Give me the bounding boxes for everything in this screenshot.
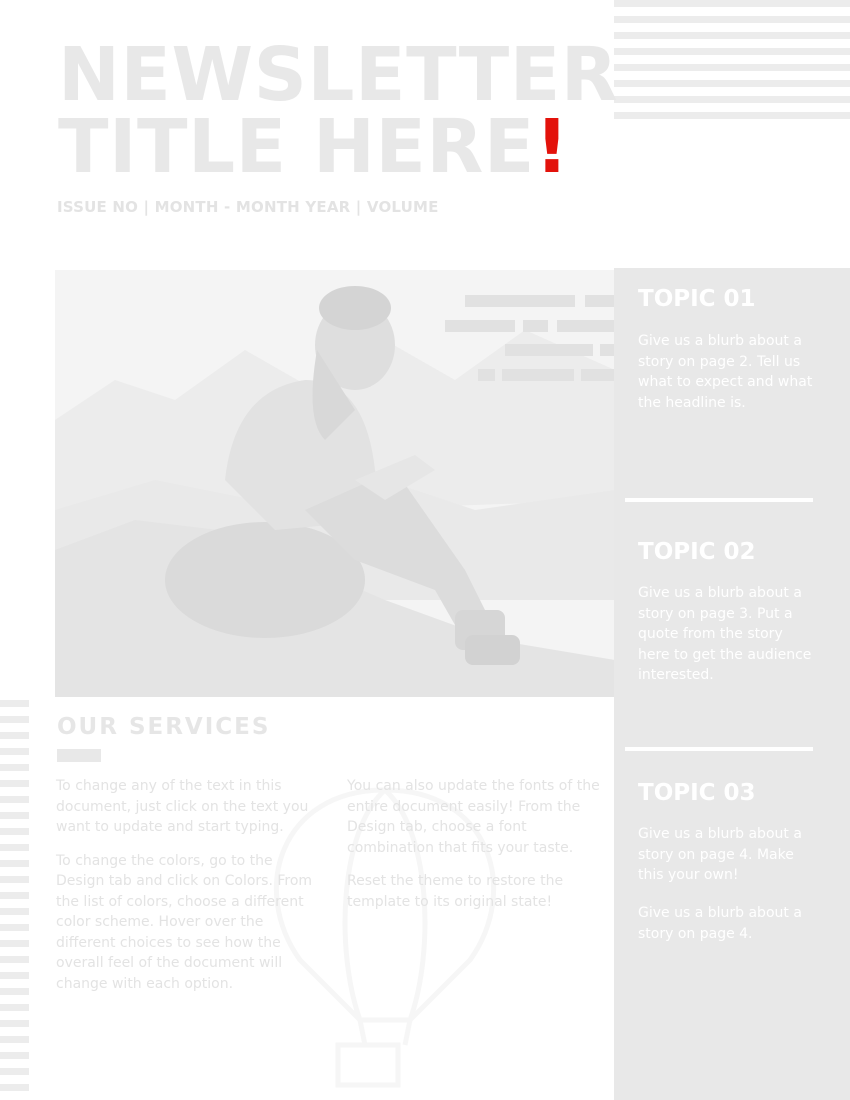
- services-accent-bar: [57, 749, 101, 762]
- services-heading: OUR SERVICES: [57, 714, 271, 740]
- newsletter-title-line1: NEWSLETTER: [58, 32, 619, 118]
- services-paragraph: To change any of the text in this docume…: [56, 778, 309, 835]
- newsletter-title-line2: TITLE HERE!: [58, 110, 569, 184]
- topics-sidebar: TOPIC 01 Give us a blurb about a story o…: [614, 268, 850, 1100]
- topic-divider: [625, 747, 813, 751]
- title-exclamation: !: [534, 104, 570, 190]
- topic-02-body: Give us a blurb about a story on page 3.…: [638, 585, 812, 683]
- issue-info: ISSUE NO | MONTH - MONTH YEAR | VOLUME: [57, 198, 439, 216]
- topic-03-title: TOPIC 03: [638, 780, 756, 806]
- services-paragraph: Reset the theme to restore the template …: [347, 873, 564, 910]
- topic-03-body: Give us a blurb about a story on page 4.…: [638, 826, 802, 883]
- services-paragraph: You can also update the fonts of the ent…: [347, 778, 600, 856]
- services-paragraph: To change the colors, go to the Design t…: [56, 852, 313, 992]
- topic-02-title: TOPIC 02: [638, 539, 756, 565]
- side-stripes: [0, 700, 29, 1100]
- services-column-2: You can also update the fonts of the ent…: [347, 776, 609, 925]
- topic-01-title: TOPIC 01: [638, 286, 756, 312]
- header-stripes: [614, 0, 850, 125]
- title-text: TITLE HERE: [58, 104, 535, 190]
- topic-divider: [625, 498, 813, 502]
- topic-03-body-2: Give us a blurb about a story on page 4.: [638, 905, 802, 942]
- cover-photo: [55, 270, 615, 697]
- services-column-1: To change any of the text in this docume…: [56, 776, 318, 1007]
- topic-01-body: Give us a blurb about a story on page 2.…: [638, 333, 813, 411]
